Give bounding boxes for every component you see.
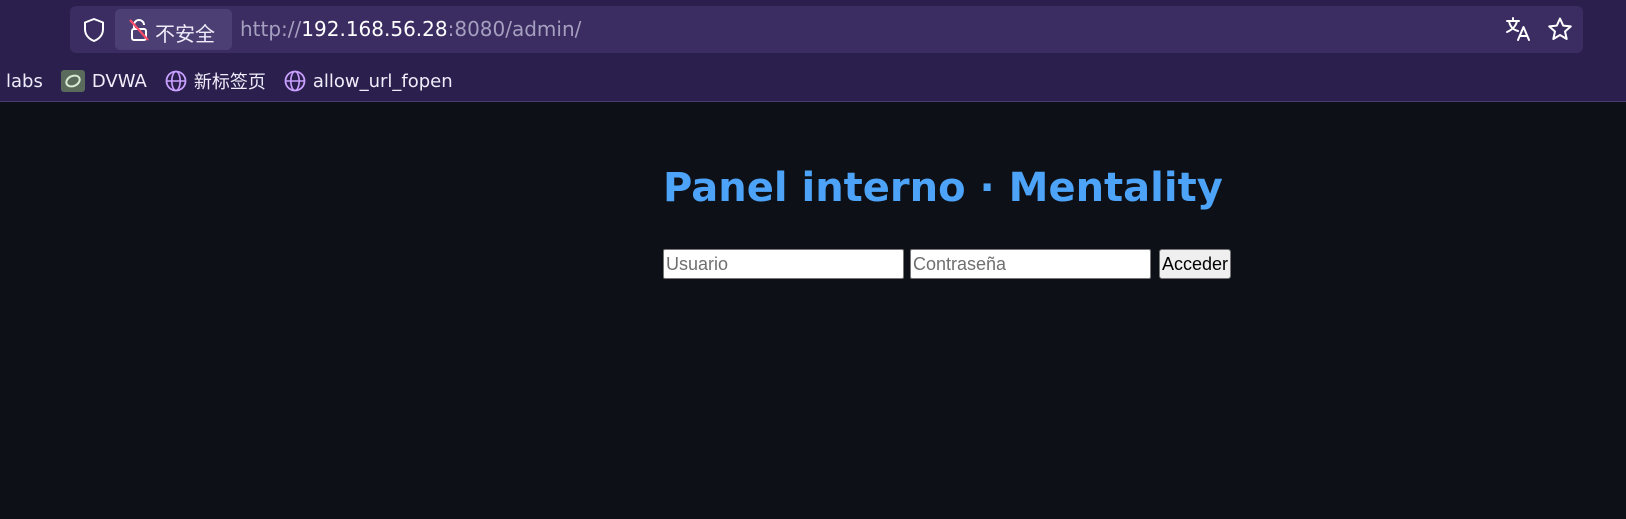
url-path: :8080/admin/ [447,17,582,41]
url-text[interactable]: http://192.168.56.28:8080/admin/ [240,17,581,41]
bookmark-label: 新标签页 [193,72,266,93]
site-security-button[interactable]: 不安全 [115,9,232,50]
login-button[interactable]: Acceder [1159,249,1232,279]
page-title: Panel interno · Mentality [663,165,1223,211]
shield-icon[interactable] [82,17,106,43]
browser-chrome: 不安全 http://192.168.56.28:8080/admin/ lab… [0,0,1626,102]
globe-icon [165,70,187,92]
login-form: Acceder [663,249,1232,279]
url-bar[interactable]: 不安全 http://192.168.56.28:8080/admin/ [70,6,1583,53]
username-field[interactable] [663,249,904,279]
bookmark-allow-url-fopen[interactable]: allow_url_fopen [284,70,453,92]
bookmark-label: labs [6,70,43,92]
insecure-lock-icon [129,19,149,41]
url-host: 192.168.56.28 [301,17,448,41]
bookmark-label: allow_url_fopen [312,70,453,92]
globe-icon [284,70,306,92]
page-content: Panel interno · Mentality Acceder [663,165,1232,279]
bookmark-dvwa[interactable]: DVWA [60,70,147,92]
bookmark-label: DVWA [91,70,147,92]
url-scheme: http:// [240,17,302,41]
security-label: 不安全 [155,22,215,46]
translate-icon[interactable] [1505,16,1531,42]
bookmark-star-icon[interactable] [1547,16,1573,42]
password-field[interactable] [910,249,1151,279]
dvwa-favicon-icon [60,70,85,92]
bookmark-labs[interactable]: labs [6,71,43,92]
bookmarks-bar: labs DVWA 新标签页 allow_url_fopen [0,66,471,96]
bookmark-new-tab[interactable]: 新标签页 [165,68,266,94]
